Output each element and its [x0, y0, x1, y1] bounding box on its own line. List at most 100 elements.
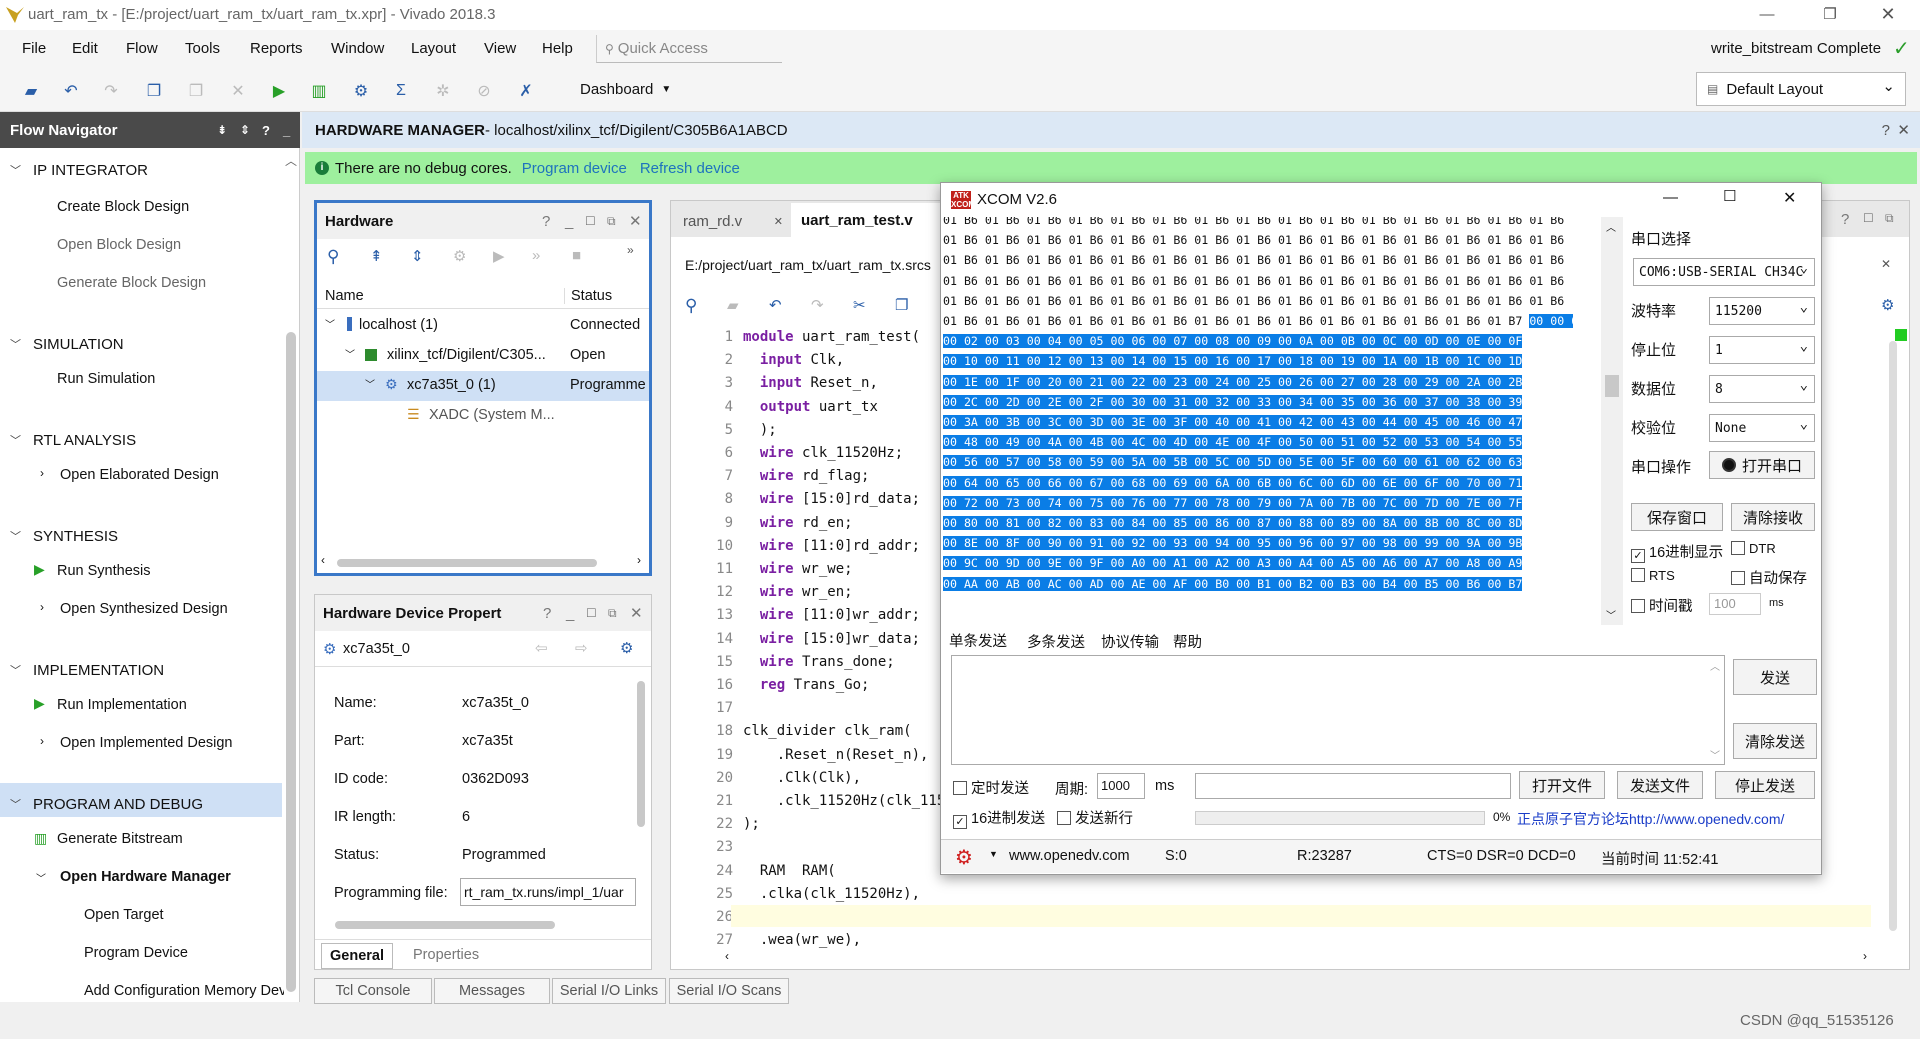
chevron-right-icon[interactable]: ›	[40, 600, 44, 614]
website-text[interactable]: www.openedv.com	[1009, 848, 1130, 864]
scroll-up-icon[interactable]: ︿	[1710, 658, 1720, 673]
minimize-panel-icon[interactable]: _	[283, 123, 290, 138]
chevron-down-icon[interactable]: ﹀	[345, 346, 355, 361]
section-program-and-debug[interactable]: PROGRAM AND DEBUG	[33, 796, 203, 813]
delete-icon[interactable]: ✕	[227, 80, 249, 102]
rts-checkbox[interactable]: RTS	[1631, 568, 1675, 583]
program-icon[interactable]: ▥	[308, 80, 330, 102]
chevron-down-icon[interactable]: ﹀	[10, 662, 21, 678]
help-icon[interactable]: ?	[543, 605, 551, 622]
run-synthesis[interactable]: Run Synthesis	[57, 563, 151, 579]
open-file-button[interactable]: 打开文件	[1519, 771, 1605, 799]
section-synthesis[interactable]: SYNTHESIS	[33, 528, 118, 545]
baud-select[interactable]: 115200	[1709, 297, 1815, 325]
editor-vscrollbar[interactable]	[1889, 341, 1897, 931]
add-configuration-memory-device[interactable]: Add Configuration Memory Dev	[84, 983, 284, 999]
scroll-right-icon[interactable]: ›	[1863, 949, 1867, 963]
dashboard-menu[interactable]: Dashboard ▼	[580, 81, 671, 98]
tab-serial-io-links[interactable]: Serial I/O Links	[552, 978, 666, 1004]
program-device[interactable]: Program Device	[84, 945, 188, 961]
tab-properties[interactable]: Properties	[413, 947, 479, 963]
run-simulation[interactable]: Run Simulation	[57, 371, 155, 387]
col-name[interactable]: Name	[325, 288, 364, 304]
open-hardware-manager[interactable]: Open Hardware Manager	[60, 869, 231, 885]
scroll-left-icon[interactable]: ‹	[725, 949, 729, 963]
chevron-right-icon[interactable]: ›	[40, 466, 44, 480]
tab-help[interactable]: 帮助	[1173, 631, 1202, 652]
timestamp-input[interactable]: 100	[1709, 593, 1761, 615]
minimize-icon[interactable]: —	[1663, 189, 1678, 206]
scroll-down-icon[interactable]: ﹀	[1710, 747, 1720, 762]
tab-tcl-console[interactable]: Tcl Console	[314, 978, 432, 1004]
search-icon[interactable]: ⚲	[327, 247, 339, 267]
paste-icon[interactable]: ❐	[185, 80, 207, 102]
programming-file-input[interactable]: rt_ram_tx.runs/impl_1/uar	[460, 878, 636, 906]
port-select[interactable]: COM6:USB-SERIAL CH34C	[1633, 258, 1815, 286]
section-implementation[interactable]: IMPLEMENTATION	[33, 662, 164, 679]
scroll-down-icon[interactable]: ﹀	[1606, 607, 1616, 622]
forum-link[interactable]: 正点原子官方论坛http://www.openedv.com/	[1517, 809, 1784, 829]
stop-send-button[interactable]: 停止发送	[1715, 771, 1815, 799]
back-icon[interactable]: ⇦	[535, 639, 548, 657]
receive-area[interactable]: 01 B6 01 B6 01 B6 01 B6 01 B6 01 B6 01 B…	[943, 217, 1573, 625]
restore-icon[interactable]: ☐	[585, 214, 596, 228]
quick-access-input[interactable]: ⚲ Quick Access	[596, 35, 782, 63]
generate-block-design[interactable]: Generate Block Design	[57, 275, 206, 291]
open-synthesized-design[interactable]: Open Synthesized Design	[60, 601, 228, 617]
hardware-row-selected[interactable]: ﹀ ⚙ xc7a35t_0 (1) Programme	[317, 371, 649, 401]
menu-layout[interactable]: Layout	[411, 40, 456, 57]
close-icon[interactable]: ✕	[630, 604, 643, 622]
open-implemented-design[interactable]: Open Implemented Design	[60, 735, 233, 751]
open-elaborated-design[interactable]: Open Elaborated Design	[60, 467, 219, 483]
copy-icon[interactable]: ❐	[895, 296, 908, 314]
refresh-device-link[interactable]: Refresh device	[640, 160, 740, 177]
menu-reports[interactable]: Reports	[250, 40, 303, 57]
redo-icon[interactable]: ↷	[811, 296, 824, 314]
send-textarea[interactable]: ︿ ﹀	[951, 655, 1725, 765]
close-icon[interactable]: ✕	[1876, 2, 1900, 26]
hardware-row[interactable]: ☰ XADC (System M...	[317, 401, 649, 431]
tool-disabled-icon[interactable]: ✲	[432, 80, 454, 102]
flow-scrollbar[interactable]	[286, 332, 296, 992]
scroll-left-icon[interactable]: ‹	[321, 553, 325, 567]
forward-icon[interactable]: ⇨	[575, 639, 588, 657]
run-icon[interactable]: ▶	[268, 80, 290, 102]
menu-view[interactable]: View	[484, 40, 516, 57]
chevron-down-icon[interactable]: ﹀	[10, 796, 21, 812]
restore-icon[interactable]: ☐	[1863, 211, 1874, 225]
generate-bitstream[interactable]: Generate Bitstream	[57, 831, 183, 847]
help-icon[interactable]: ?	[1882, 122, 1890, 139]
send-file-button[interactable]: 发送文件	[1617, 771, 1703, 799]
tool-disabled-2-icon[interactable]: ⊘	[473, 80, 495, 102]
properties-vscrollbar[interactable]	[637, 681, 645, 827]
tab-multi-send[interactable]: 多条发送	[1027, 631, 1085, 652]
expand-icon[interactable]: ⇕	[411, 247, 424, 265]
create-block-design[interactable]: Create Block Design	[57, 199, 189, 215]
properties-hscrollbar[interactable]	[335, 921, 555, 929]
section-ip-integrator[interactable]: IP INTEGRATOR	[33, 162, 148, 179]
sigma-icon[interactable]: Σ	[390, 80, 412, 102]
code-line[interactable]: 27 .wea(wr_we),	[691, 932, 1871, 955]
data-select[interactable]: 8	[1709, 375, 1815, 403]
scroll-right-icon[interactable]: ›	[637, 553, 641, 567]
chevron-right-icon[interactable]: ›	[40, 734, 44, 748]
hardware-hscrollbar[interactable]	[337, 559, 597, 567]
save-icon[interactable]: ▰	[727, 296, 739, 314]
copy-icon[interactable]: ❐	[143, 80, 165, 102]
tab-serial-io-scans[interactable]: Serial I/O Scans	[669, 978, 789, 1004]
hex-show-checkbox[interactable]: ✓ 16进制显示	[1631, 541, 1723, 563]
open-project-icon[interactable]: ▰	[20, 80, 42, 102]
restore-icon[interactable]: ❐	[1818, 2, 1842, 26]
menu-flow[interactable]: Flow	[126, 40, 158, 57]
settings-gear-icon[interactable]: ⚙	[350, 80, 372, 102]
redo-icon[interactable]: ↷	[100, 80, 122, 102]
stop-select[interactable]: 1	[1709, 336, 1815, 364]
autoconnect-icon[interactable]: ⚙	[453, 247, 466, 265]
tab-single-send[interactable]: 单条发送	[949, 630, 1007, 651]
section-simulation[interactable]: SIMULATION	[33, 336, 124, 353]
chevron-down-icon[interactable]: ﹀	[36, 870, 46, 885]
restore-icon[interactable]: ☐	[586, 606, 597, 620]
close-icon[interactable]: ✕	[774, 215, 783, 228]
sort-icon[interactable]: ⇕	[240, 123, 250, 137]
help-icon[interactable]: ?	[542, 213, 550, 230]
